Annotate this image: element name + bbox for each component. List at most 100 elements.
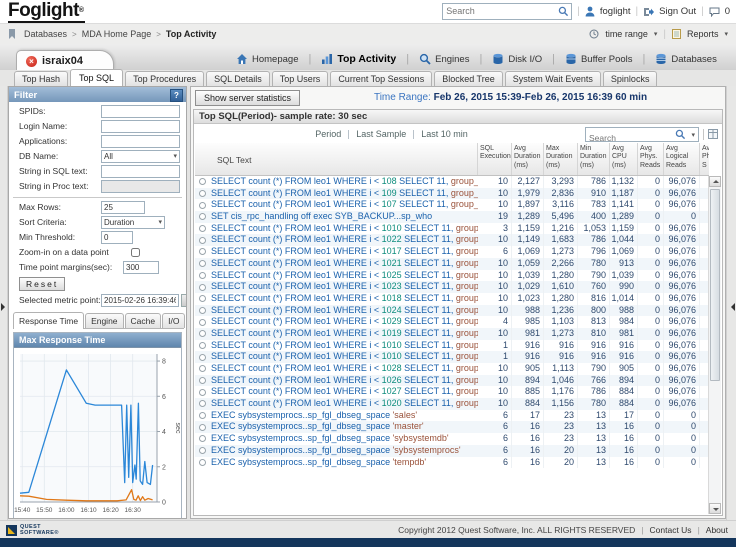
reset-button[interactable]: Reset — [19, 277, 66, 291]
nav-item-engines[interactable]: Engines — [417, 52, 471, 66]
nav-item-homepage[interactable]: Homepage — [234, 52, 300, 66]
chart-title: Max Response Time — [14, 333, 181, 348]
breadcrumb-item-mda-home-page[interactable]: MDA Home Page — [82, 29, 152, 39]
view-link-last-sample[interactable]: Last Sample — [356, 129, 406, 139]
column-header-min-duration-ms[interactable]: Min Duration (ms) — [578, 143, 610, 175]
max-rows-field[interactable] — [101, 200, 145, 214]
column-header-avg-duration-ms[interactable]: Avg Duration (ms) — [512, 143, 544, 175]
table-row[interactable]: SELECT count (*) FROM leo1 WHERE i < 102… — [195, 316, 709, 328]
reports-dropdown[interactable]: Reports — [687, 29, 719, 39]
applications-field[interactable] — [101, 134, 180, 148]
tab-top-users[interactable]: Top Users — [271, 71, 329, 86]
search-icon[interactable] — [558, 6, 569, 17]
sign-out-link[interactable]: Sign Out — [659, 6, 696, 17]
host-tab-israix04[interactable]: × israix04 — [16, 50, 114, 70]
customizer-icon[interactable] — [708, 129, 718, 139]
table-row[interactable]: SELECT count (*) FROM leo1 WHERE i < 101… — [195, 222, 709, 235]
tab-blocked-tree[interactable]: Blocked Tree — [434, 71, 503, 86]
zoom-datapoint-checkbox[interactable] — [131, 247, 140, 257]
collapse-right-arrow[interactable] — [727, 303, 735, 311]
tab-current-top-sessions[interactable]: Current Top Sessions — [330, 71, 433, 86]
breadcrumb-item-databases[interactable]: Databases — [24, 29, 67, 39]
nav-item-top-activity[interactable]: Top Activity — [319, 52, 398, 66]
nav-item-disk-io[interactable]: Disk I/O — [490, 52, 544, 66]
calendar-icon[interactable] — [181, 293, 186, 307]
table-row[interactable]: EXEC sybsystemprocs..sp_fgl_dbseg_space … — [195, 421, 709, 434]
table-row[interactable]: EXEC sybsystemprocs..sp_fgl_dbseg_space … — [195, 444, 709, 457]
nav-label: Databases — [671, 53, 717, 65]
table-row[interactable]: SELECT count (*) FROM leo1 WHERE i < 102… — [195, 269, 709, 282]
table-row[interactable]: EXEC sybsystemprocs..sp_fgl_dbseg_space … — [195, 456, 709, 469]
column-header-avg-cpu-ms[interactable]: Avg CPU (ms) — [610, 143, 638, 175]
column-header-avg-logical-reads[interactable]: Avg Logical Reads — [664, 143, 700, 175]
time-point-margins-field[interactable] — [123, 260, 159, 274]
tab-system-wait-events[interactable]: System Wait Events — [504, 71, 601, 86]
search-icon[interactable] — [675, 129, 686, 140]
metric-tab-i-o[interactable]: I/O — [162, 313, 186, 328]
global-search-input[interactable] — [443, 4, 555, 17]
breadcrumb-item-top-activity[interactable]: Top Activity — [166, 29, 217, 39]
metric-tab-response-time[interactable]: Response Time — [13, 312, 85, 329]
about-link[interactable]: About — [706, 525, 728, 535]
table-row[interactable]: SELECT count (*) FROM leo1 WHERE i < 102… — [195, 281, 709, 293]
table-row[interactable]: SELECT count (*) FROM leo1 WHERE i < 109… — [195, 187, 709, 200]
sql-text-filter-field[interactable] — [101, 164, 180, 178]
chevron-down-icon[interactable]: ▾ — [654, 30, 658, 38]
scrollbar-thumb[interactable] — [710, 189, 720, 381]
sort-criteria-select[interactable]: Duration ▾ — [101, 215, 165, 229]
column-header-sql-executions[interactable]: SQL Executions — [478, 143, 512, 175]
table-search-input[interactable] — [586, 132, 675, 143]
table-row[interactable]: SELECT count (*) FROM leo1 WHERE i < 102… — [195, 374, 709, 387]
table-row[interactable]: SELECT count (*) FROM leo1 WHERE i < 101… — [195, 339, 709, 352]
table-row[interactable]: EXEC sybsystemprocs..sp_fgl_dbseg_space … — [195, 409, 709, 422]
tab-top-sql[interactable]: Top SQL — [70, 69, 124, 86]
table-row[interactable]: SELECT count (*) FROM leo1 WHERE i < 101… — [195, 292, 709, 305]
table-row[interactable]: SELECT count (*) FROM leo1 WHERE i < 102… — [195, 257, 709, 270]
nav-item-databases[interactable]: Databases — [653, 52, 718, 66]
tab-spinlocks[interactable]: Spinlocks — [602, 71, 658, 86]
column-header-sql-text[interactable]: SQL Text — [195, 143, 478, 175]
table-row[interactable]: SELECT count (*) FROM leo1 WHERE i < 102… — [195, 304, 709, 317]
table-row[interactable]: SELECT count (*) FROM leo1 WHERE i < 102… — [195, 234, 709, 247]
tab-top-hash[interactable]: Top Hash — [14, 71, 69, 86]
view-link-period[interactable]: Period — [315, 129, 341, 139]
column-header-partial[interactable]: Avg Phys. S — [700, 143, 709, 175]
db-name-select[interactable]: All ▾ — [101, 149, 180, 163]
help-button[interactable]: ? — [170, 88, 183, 102]
min-threshold-field[interactable] — [101, 230, 133, 244]
user-icon — [585, 6, 595, 17]
table-row[interactable]: SELECT count (*) FROM leo1 WHERE i < 102… — [195, 386, 709, 399]
table-row[interactable]: SELECT count (*) FROM leo1 WHERE i < 101… — [195, 351, 709, 364]
table-row[interactable]: SELECT count (*) FROM leo1 WHERE i < 101… — [195, 246, 709, 258]
user-name[interactable]: foglight — [600, 6, 631, 17]
contact-us-link[interactable]: Contact Us — [650, 525, 692, 535]
table-row[interactable]: SELECT count (*) FROM leo1 WHERE i < 102… — [195, 363, 709, 375]
time-range-dropdown[interactable]: time range — [605, 29, 648, 39]
login-name-field[interactable] — [101, 119, 180, 133]
table-row[interactable]: SELECT count (*) FROM leo1 WHERE i < 108… — [195, 176, 709, 188]
table-row[interactable]: SELECT count (*) FROM leo1 WHERE i < 101… — [195, 327, 709, 340]
metric-tab-engine[interactable]: Engine — [85, 313, 124, 328]
nav-item-buffer-pools[interactable]: Buffer Pools — [563, 52, 635, 66]
table-row[interactable]: SET cis_rpc_handling off exec SYB_BACKUP… — [195, 211, 709, 223]
chevron-down-icon[interactable]: ▾ — [691, 131, 695, 139]
table-row[interactable]: SELECT count (*) FROM leo1 WHERE i < 107… — [195, 199, 709, 212]
table-row[interactable]: SELECT count (*) FROM leo1 WHERE i < 102… — [195, 398, 709, 410]
spids-field[interactable] — [101, 104, 180, 118]
scroll-up-button[interactable] — [709, 176, 721, 187]
chat-bubble-icon[interactable] — [709, 7, 720, 17]
scroll-down-button[interactable] — [709, 503, 721, 514]
applications-label: Applications: — [19, 136, 68, 146]
chevron-down-icon[interactable]: ▾ — [724, 30, 728, 38]
table-scrollbar[interactable] — [708, 176, 721, 514]
tab-sql-details[interactable]: SQL Details — [206, 71, 270, 86]
column-header-avg-phys-reads[interactable]: Avg Phys. Reads — [638, 143, 664, 175]
view-link-last-10-min[interactable]: Last 10 min — [421, 129, 468, 139]
table-row[interactable]: EXEC sybsystemprocs..sp_fgl_dbseg_space … — [195, 433, 709, 445]
tab-top-procedures[interactable]: Top Procedures — [125, 71, 205, 86]
selected-metric-point-field[interactable] — [101, 293, 179, 307]
column-header-max-duration-ms[interactable]: Max Duration (ms) — [544, 143, 578, 175]
show-server-statistics-button[interactable]: Show server statistics — [195, 89, 301, 106]
metric-tab-cache[interactable]: Cache — [124, 313, 162, 328]
metric-tab-netw[interactable]: Netw... — [186, 313, 187, 328]
